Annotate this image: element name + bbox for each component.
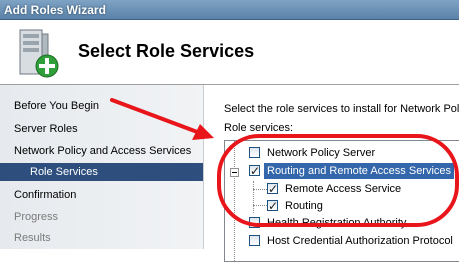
annotation-highlight-ellipse	[217, 134, 459, 227]
nav-item-confirmation[interactable]: Confirmation	[14, 186, 76, 204]
nav-item-role-services[interactable]: Role Services	[0, 163, 203, 181]
nav-item-label: Progress	[14, 211, 59, 223]
server-add-icon	[19, 29, 59, 78]
page-title: Select Role Services	[78, 41, 255, 61]
wizard-header: Select Role Services	[0, 20, 459, 85]
window-title: Add Roles Wizard	[4, 3, 106, 17]
nav-item-results: Results	[14, 229, 51, 247]
nav-item-label: Results	[14, 232, 51, 244]
nav-item-label: Role Services	[30, 166, 98, 178]
tree-item-label: Host Credential Authorization Protocol	[267, 235, 453, 247]
nav-item-label: Before You Begin	[14, 100, 100, 112]
nav-item-server-roles[interactable]: Server Roles	[14, 120, 78, 138]
nav-item-progress: Progress	[14, 208, 58, 226]
checkbox[interactable]	[249, 235, 260, 246]
nav-item-label: Server Roles	[14, 123, 78, 135]
nav-item-label: Confirmation	[14, 189, 77, 201]
annotation-arrow	[110, 98, 214, 140]
nav-item-before-you-begin[interactable]: Before You Begin	[14, 97, 99, 115]
title-bar: Add Roles Wizard	[0, 0, 459, 20]
instruction-text: Select the role services to install for …	[224, 103, 459, 115]
